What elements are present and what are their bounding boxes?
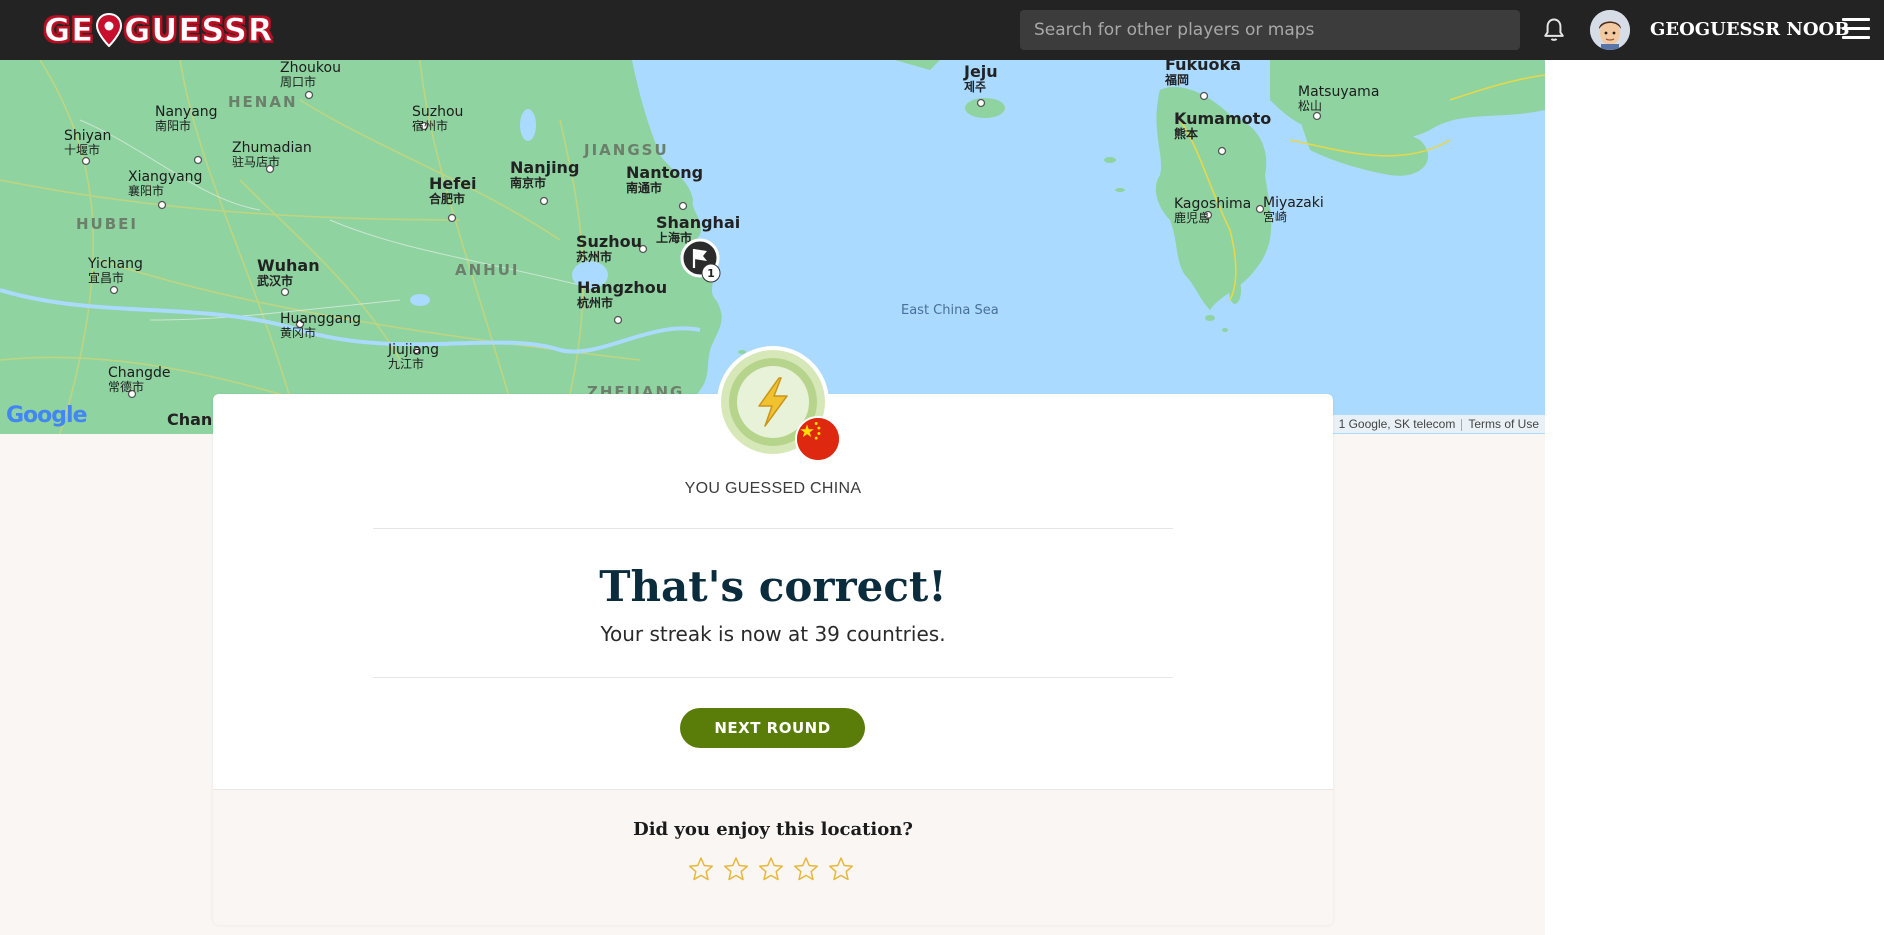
map-label-suzhou-north: Suzhou 宿州市 <box>412 104 464 133</box>
map-label-kumamoto: Kumamoto 熊本 <box>1174 109 1272 141</box>
geoguessr-logo[interactable]: GE GUESSR <box>43 10 274 50</box>
map-label-huanggang: Huanggang 黄冈市 <box>280 311 361 340</box>
map-label-wuhan: Wuhan 武汉市 <box>257 256 320 288</box>
top-header: GE GUESSR GEOGUESSR NOOB <box>0 0 1884 60</box>
map-label-east-china-sea: East China Sea <box>901 303 999 318</box>
star-icon[interactable] <box>688 856 714 882</box>
result-card: YOU GUESSED CHINA That's correct! Your s… <box>213 346 1333 925</box>
map-label-nantong: Nantong 南通市 <box>626 163 704 195</box>
right-panel <box>1545 60 1884 935</box>
star-icon[interactable] <box>793 856 819 882</box>
map-label-jeju: Jeju 제주 <box>964 62 998 94</box>
logo-text-right: GUESSR <box>124 11 274 50</box>
avatar[interactable] <box>1590 10 1630 50</box>
guess-flag-marker[interactable]: 1 <box>680 238 726 288</box>
map-label-jiujiang: Jiujiang 九江市 <box>388 342 440 371</box>
map-label-zhumadian: Zhumadian 驻马店市 <box>232 140 312 169</box>
map-label-suzhou: Suzhou 苏州市 <box>576 232 642 264</box>
map-label-zhoukou: Zhoukou 周口市 <box>280 60 341 89</box>
map-label-yichang: Yichang 宜昌市 <box>88 256 143 285</box>
map-label-hangzhou: Hangzhou 杭州市 <box>577 278 668 310</box>
map-label-henan: HENAN <box>228 93 298 111</box>
result-title: That's correct! <box>599 562 947 611</box>
logo-text-left: GE <box>43 11 95 50</box>
star-icon[interactable] <box>758 856 784 882</box>
search-input[interactable] <box>1020 10 1520 50</box>
guess-label: YOU GUESSED CHINA <box>684 480 862 497</box>
map-label-kagoshima: Kagoshima 鹿児島 <box>1174 196 1252 225</box>
map-label-hefei: Hefei 合肥市 <box>429 174 477 206</box>
marker-number: 1 <box>707 267 715 280</box>
terms-of-use-link[interactable]: Terms of Use <box>1468 417 1539 431</box>
star-rating[interactable] <box>688 856 854 888</box>
map-label-shiyan: Shiyan 十堰市 <box>64 128 112 157</box>
next-round-button[interactable]: NEXT ROUND <box>680 708 865 748</box>
map-label-xiangyang: Xiangyang 襄阳市 <box>128 169 203 198</box>
username[interactable]: GEOGUESSR NOOB <box>1650 0 1849 60</box>
map-label-hubei: HUBEI <box>76 215 138 233</box>
map-label-changde: Changde 常德市 <box>108 365 171 394</box>
map-label-matsuyama: Matsuyama 松山 <box>1298 84 1380 113</box>
map-label-fukuoka: Fukuoka 福岡 <box>1165 60 1241 87</box>
star-icon[interactable] <box>828 856 854 882</box>
map-label-nanjing: Nanjing 南京市 <box>510 158 580 190</box>
map-label-nanyang: Nanyang 南阳市 <box>155 104 218 133</box>
star-icon[interactable] <box>723 856 749 882</box>
divider-top <box>373 528 1173 529</box>
bell-icon[interactable] <box>1540 16 1568 44</box>
location-pin-icon <box>96 13 123 47</box>
avatar-face-icon <box>1590 10 1630 50</box>
divider-bottom <box>373 677 1173 678</box>
hamburger-menu-icon[interactable] <box>1842 18 1870 42</box>
google-logo: Google <box>6 403 87 428</box>
map-attribution: 1 Google, SK telecom Terms of Use <box>1332 415 1545 433</box>
map-label-miyazaki: Miyazaki 宮崎 <box>1263 195 1324 224</box>
map-label-jiangsu: JIANGSU <box>584 141 669 159</box>
rating-question: Did you enjoy this location? <box>633 819 913 840</box>
china-flag-icon <box>795 416 841 462</box>
streak-text: Your streak is now at 39 countries. <box>600 622 946 646</box>
map-label-anhui: ANHUI <box>455 261 520 279</box>
